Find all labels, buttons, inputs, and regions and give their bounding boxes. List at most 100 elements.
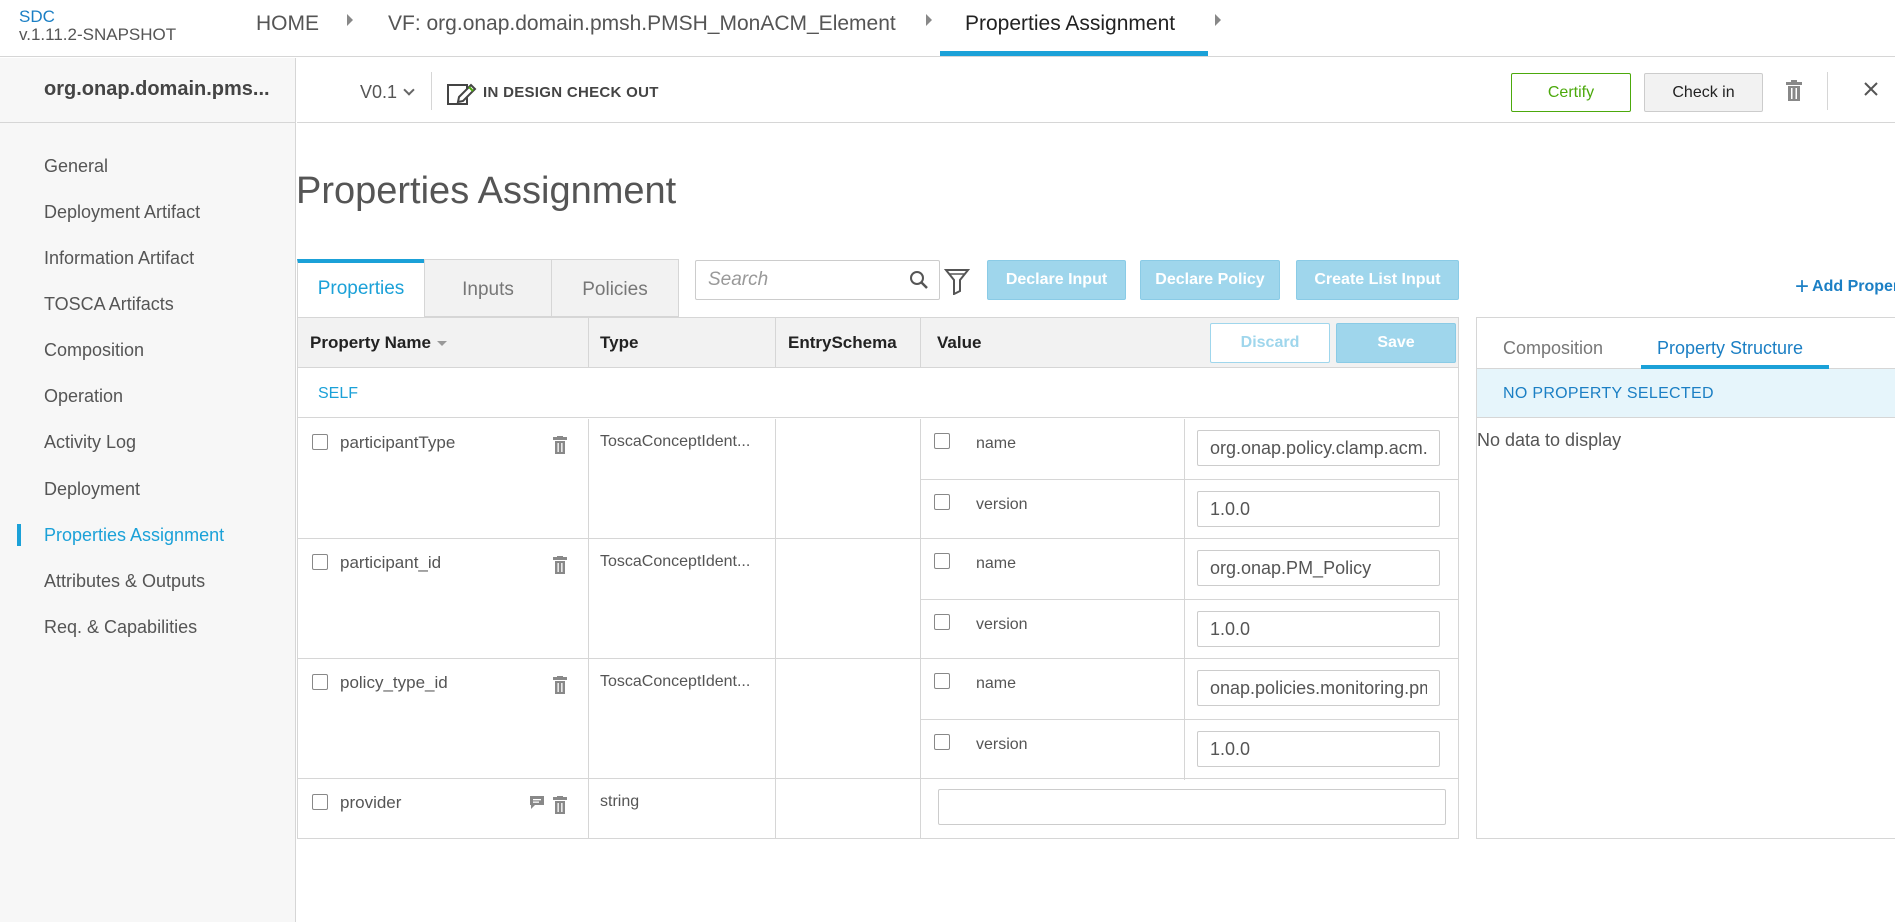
column-header-value: Value [937, 333, 982, 352]
value-input[interactable] [1197, 670, 1440, 706]
search-input[interactable] [708, 268, 898, 292]
sort-caret-icon [436, 341, 447, 346]
breadcrumb-current[interactable]: Properties Assignment [965, 12, 1175, 36]
table-row: policy_type_id ToscaConceptIdent... name… [298, 659, 1458, 780]
create-list-input-button[interactable]: Create List Input [1296, 260, 1459, 300]
table-row: participantType ToscaConceptIdent... nam… [298, 419, 1458, 540]
sidebar-item-information-artifact[interactable]: Information Artifact [44, 248, 194, 269]
sub-row-checkbox[interactable] [934, 734, 950, 750]
sidebar-item-req-capabilities[interactable]: Req. & Capabilities [44, 617, 197, 638]
value-input[interactable] [938, 789, 1446, 825]
brand[interactable]: SDC v.1.11.2-SNAPSHOT [19, 8, 176, 44]
value-input[interactable] [1197, 430, 1440, 466]
sub-row-checkbox[interactable] [934, 494, 950, 510]
sidebar-item-tosca-artifacts[interactable]: TOSCA Artifacts [44, 294, 174, 315]
sidebar-item-deployment-artifact[interactable]: Deployment Artifact [44, 202, 200, 223]
sub-row-checkbox[interactable] [934, 433, 950, 449]
top-bar: SDC v.1.11.2-SNAPSHOT HOME VF: org.onap.… [0, 0, 1895, 57]
add-property-button[interactable]: + Add Proper [1795, 270, 1895, 300]
trash-icon[interactable] [553, 676, 567, 694]
tab-properties[interactable]: Properties [297, 259, 425, 317]
column-divider [588, 779, 589, 838]
sub-property-label: name [976, 555, 1017, 572]
trash-icon[interactable] [1785, 80, 1803, 101]
plus-icon: + [1795, 273, 1810, 300]
sub-row-checkbox[interactable] [934, 614, 950, 630]
sub-property-row: name [920, 419, 1458, 479]
version-label: V0.1 [360, 82, 398, 102]
value-input[interactable] [1197, 611, 1440, 647]
breadcrumb-home[interactable]: HOME [256, 12, 319, 36]
column-divider [775, 539, 776, 659]
breadcrumb-vf[interactable]: VF: org.onap.domain.pmsh.PMSH_MonACM_Ele… [388, 12, 896, 36]
group-label: SELF [318, 385, 359, 402]
row-checkbox[interactable] [312, 434, 328, 450]
brand-version: v.1.11.2-SNAPSHOT [19, 25, 177, 44]
sub-row-checkbox[interactable] [934, 673, 950, 689]
no-property-selected-label: NO PROPERTY SELECTED [1503, 385, 1714, 402]
declare-policy-button[interactable]: Declare Policy [1140, 260, 1280, 300]
breadcrumb-arrow-icon[interactable] [347, 14, 353, 26]
sidebar-item-deployment[interactable]: Deployment [44, 479, 140, 500]
column-header-property-name[interactable]: Property Name [310, 333, 447, 353]
row-checkbox[interactable] [312, 554, 328, 570]
sidebar-item-general[interactable]: General [44, 156, 108, 177]
row-checkbox[interactable] [312, 794, 328, 810]
column-divider [775, 659, 776, 779]
declare-input-button[interactable]: Declare Input [987, 260, 1126, 300]
sidebar-active-indicator [17, 524, 21, 546]
sidebar-divider [0, 122, 296, 123]
app-root: SDC v.1.11.2-SNAPSHOT HOME VF: org.onap.… [0, 0, 1895, 922]
brand-name: SDC [19, 7, 55, 26]
lifecycle-status: IN DESIGN CHECK OUT [483, 84, 659, 101]
tab-composition[interactable]: Composition [1503, 338, 1603, 359]
group-row-self: SELF [298, 369, 1458, 418]
properties-table: Property Name Type EntrySchema Value Dis… [297, 317, 1459, 839]
property-type: ToscaConceptIdent... [600, 433, 751, 450]
check-in-button[interactable]: Check in [1644, 73, 1763, 112]
filter-icon[interactable] [944, 267, 970, 295]
value-input[interactable] [1197, 491, 1440, 527]
tab-inputs[interactable]: Inputs [424, 259, 552, 317]
column-divider [588, 539, 589, 659]
breadcrumb-arrow-icon[interactable] [1215, 14, 1221, 26]
discard-button[interactable]: Discard [1210, 323, 1330, 363]
breadcrumb-arrow-icon[interactable] [926, 14, 932, 26]
selection-band: NO PROPERTY SELECTED [1477, 369, 1895, 418]
sub-property-row: name [920, 659, 1458, 719]
version-dropdown[interactable]: V0.1 [360, 82, 415, 103]
sidebar-item-operation[interactable]: Operation [44, 386, 123, 407]
sidebar-item-composition[interactable]: Composition [44, 340, 144, 361]
column-divider [1184, 720, 1185, 780]
tab-policies[interactable]: Policies [551, 259, 679, 317]
property-name: provider [340, 793, 402, 812]
certify-button[interactable]: Certify [1511, 73, 1631, 112]
search-icon[interactable] [909, 270, 929, 290]
sub-row-checkbox[interactable] [934, 553, 950, 569]
sidebar-item-activity-log[interactable]: Activity Log [44, 432, 136, 453]
row-checkbox[interactable] [312, 674, 328, 690]
right-panel: Composition Property Structure NO PROPER… [1476, 317, 1895, 839]
value-input[interactable] [1197, 550, 1440, 586]
column-divider [920, 779, 921, 838]
close-icon[interactable] [1862, 80, 1880, 98]
divider [1827, 72, 1828, 110]
tab-property-structure[interactable]: Property Structure [1657, 338, 1803, 359]
edit-checkout-icon [447, 83, 477, 105]
property-type: ToscaConceptIdent... [600, 673, 751, 690]
sidebar-item-properties-assignment[interactable]: Properties Assignment [44, 525, 224, 546]
add-property-label: Add Proper [1812, 278, 1895, 295]
trash-icon[interactable] [553, 796, 567, 814]
property-name: policy_type_id [340, 673, 448, 692]
column-divider [1184, 659, 1185, 719]
trash-icon[interactable] [553, 436, 567, 454]
value-input[interactable] [1197, 731, 1440, 767]
trash-icon[interactable] [553, 556, 567, 574]
save-button[interactable]: Save [1336, 323, 1456, 363]
sidebar: org.onap.domain.pms... General Deploymen… [0, 58, 296, 922]
sub-property-label: version [976, 496, 1028, 513]
divider [431, 72, 432, 110]
sidebar-item-attributes-outputs[interactable]: Attributes & Outputs [44, 571, 205, 592]
comment-icon[interactable] [529, 795, 545, 810]
column-divider [775, 779, 776, 838]
